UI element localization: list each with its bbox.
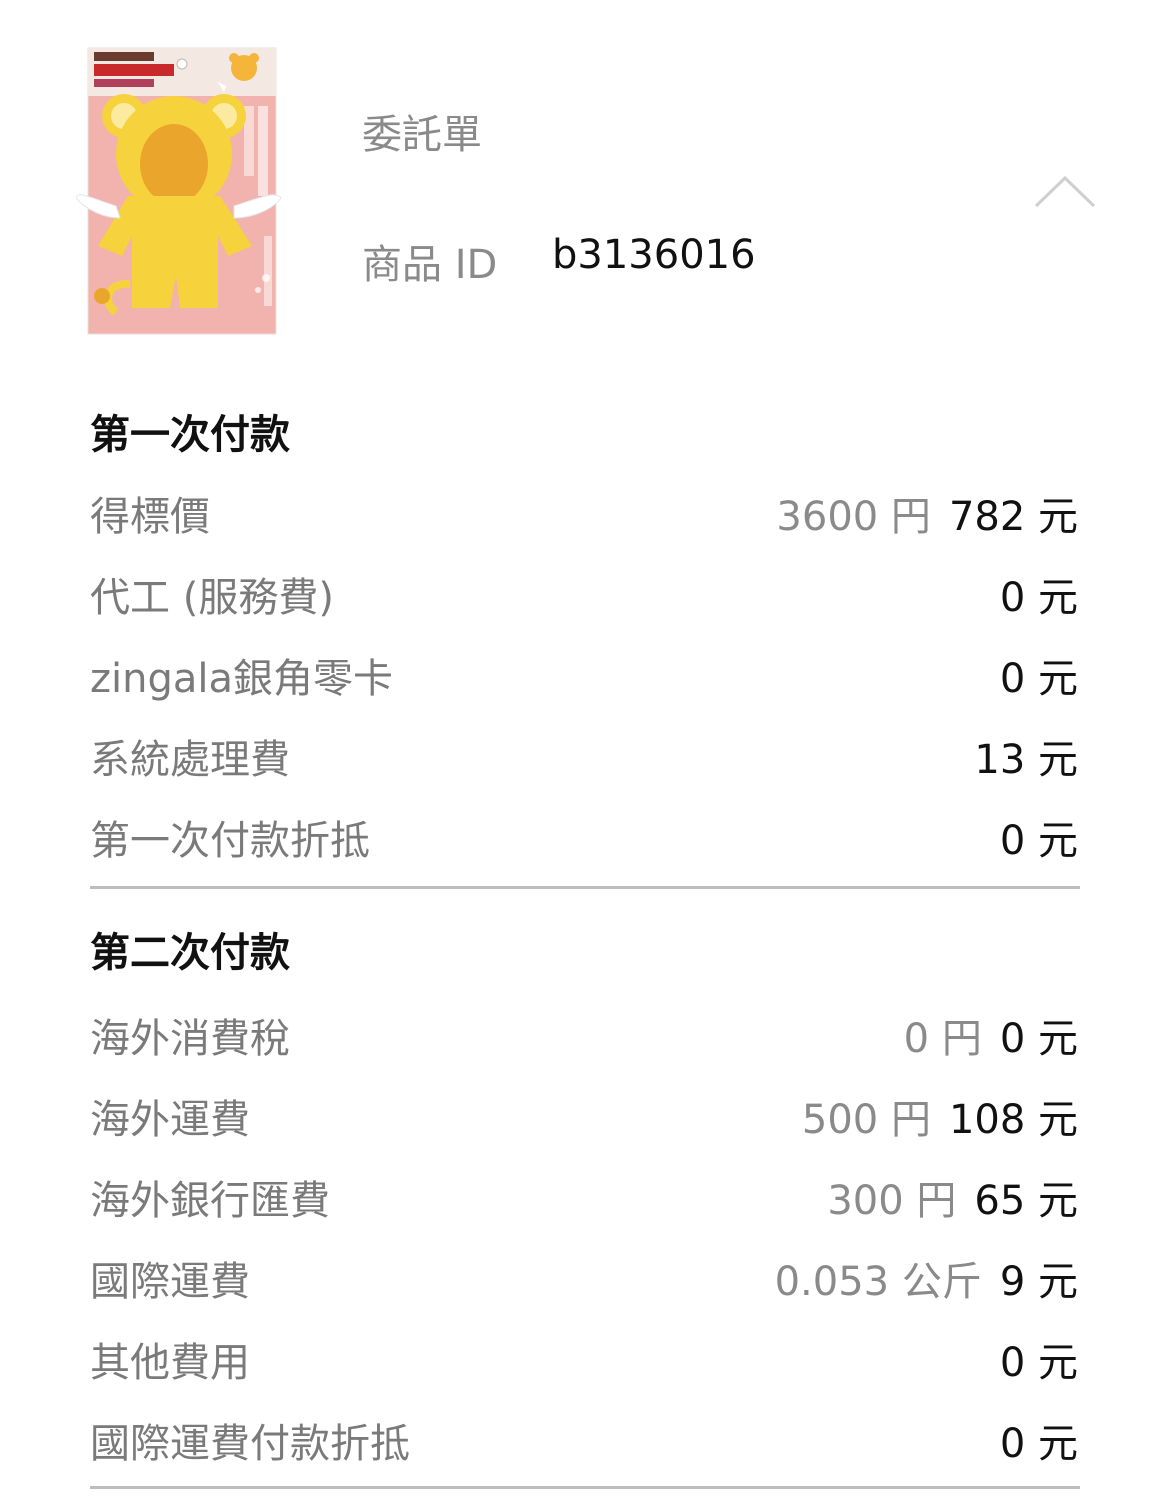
- fee-label: 海外銀行匯費: [90, 1178, 330, 1224]
- product-id-row: 商品 ID b3136016: [362, 232, 756, 290]
- fee-twd-amount: 0 元: [999, 575, 1078, 621]
- fee-row: 第一次付款折抵 0 元: [90, 808, 1080, 868]
- fee-twd-amount: 108 元: [948, 1097, 1078, 1143]
- fee-twd-amount: 782 元: [948, 494, 1078, 540]
- fee-values: 0 元: [1000, 1411, 1078, 1469]
- fee-row: zingala銀角零卡 0 元: [90, 646, 1080, 706]
- fee-row: 海外消費稅 0 円 0 元: [90, 1006, 1080, 1066]
- order-header: 委託單 商品 ID b3136016: [0, 0, 1170, 360]
- order-title-row: 委託單: [362, 102, 482, 160]
- fee-values: 0 元: [1000, 646, 1078, 704]
- fee-label: 代工 (服務費): [90, 575, 334, 621]
- first-payment-title: 第一次付款: [90, 412, 290, 458]
- fee-twd-amount: 9 元: [999, 1259, 1078, 1305]
- fee-values: 0 元: [1000, 808, 1078, 866]
- fee-twd-amount: 13 元: [974, 737, 1078, 783]
- fee-label: 第一次付款折抵: [90, 818, 370, 864]
- product-image: [76, 47, 282, 335]
- product-id-label: 商品 ID: [362, 242, 498, 288]
- order-title-label: 委託單: [362, 112, 482, 158]
- section-divider: [90, 1486, 1080, 1489]
- fee-twd-amount: 65 元: [974, 1178, 1078, 1224]
- fee-original-amount: 500 円: [801, 1097, 931, 1143]
- fee-twd-amount: 0 元: [999, 656, 1078, 702]
- fee-values: 500 円 108 元: [802, 1087, 1078, 1145]
- fee-label: 海外運費: [90, 1097, 250, 1143]
- fee-label: zingala銀角零卡: [90, 656, 393, 702]
- fee-values: 300 円 65 元: [827, 1168, 1078, 1226]
- second-payment-title: 第二次付款: [90, 930, 290, 976]
- fee-original-amount: 300 円: [827, 1178, 957, 1224]
- fee-values: 0 元: [1000, 1330, 1078, 1388]
- fee-label: 得標價: [90, 494, 210, 540]
- section-divider: [90, 886, 1080, 889]
- fee-twd-amount: 0 元: [999, 1016, 1078, 1062]
- fee-values: 3600 円 782 元: [776, 484, 1078, 542]
- fee-twd-amount: 0 元: [999, 1340, 1078, 1386]
- product-id-value: b3136016: [552, 232, 756, 278]
- fee-label: 國際運費: [90, 1259, 250, 1305]
- fee-row: 海外運費 500 円 108 元: [90, 1087, 1080, 1147]
- fee-original-amount: 0 円: [903, 1016, 982, 1062]
- fee-row: 其他費用 0 元: [90, 1330, 1080, 1390]
- fee-values: 0 円 0 元: [904, 1006, 1078, 1064]
- fee-twd-amount: 0 元: [999, 818, 1078, 864]
- fee-original-amount: 3600 円: [776, 494, 931, 540]
- fee-label: 其他費用: [90, 1340, 250, 1386]
- product-thumbnail[interactable]: [76, 46, 286, 336]
- fee-original-amount: 0.053 公斤: [774, 1259, 982, 1305]
- fee-label: 國際運費付款折抵: [90, 1421, 410, 1467]
- fee-values: 13 元: [974, 727, 1078, 785]
- fee-row: 國際運費 0.053 公斤 9 元: [90, 1249, 1080, 1309]
- fee-row: 國際運費付款折抵 0 元: [90, 1411, 1080, 1471]
- fee-row: 海外銀行匯費 300 円 65 元: [90, 1168, 1080, 1228]
- chevron-up-icon[interactable]: [1030, 170, 1100, 216]
- fee-row: 代工 (服務費) 0 元: [90, 565, 1080, 625]
- fee-label: 系統處理費: [90, 737, 290, 783]
- fee-twd-amount: 0 元: [999, 1421, 1078, 1467]
- fee-label: 海外消費稅: [90, 1016, 290, 1062]
- fee-values: 0 元: [1000, 565, 1078, 623]
- fee-values: 0.053 公斤 9 元: [775, 1249, 1078, 1307]
- fee-row: 得標價 3600 円 782 元: [90, 484, 1080, 544]
- fee-row: 系統處理費 13 元: [90, 727, 1080, 787]
